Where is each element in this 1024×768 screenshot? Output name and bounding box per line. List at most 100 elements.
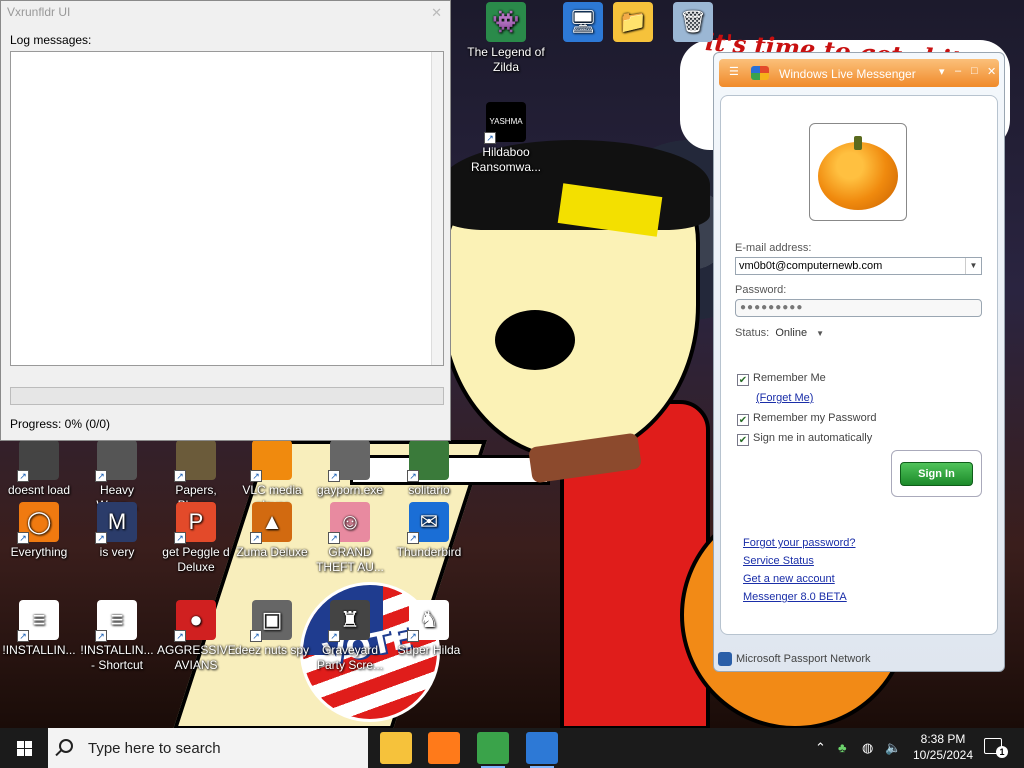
dropdown-icon[interactable]: ▾ — [939, 65, 945, 78]
desktop-icon-label: Thunderbird — [396, 545, 462, 559]
menu-icon[interactable]: ☰ — [729, 65, 739, 78]
clock-date[interactable]: 10/25/2024 — [908, 748, 978, 762]
shortcut-arrow-icon: ↗ — [407, 630, 419, 642]
chevron-up-icon[interactable]: ⌃ — [815, 740, 826, 756]
shortcut-arrow-icon: ↗ — [174, 470, 186, 482]
clock-time[interactable]: 8:38 PM — [908, 732, 978, 746]
new-account-link[interactable]: Get a new account — [743, 573, 835, 585]
log-label: Log messages: — [10, 33, 92, 47]
desktop-icon[interactable]: ✉ ↗ Thunderbird — [390, 502, 468, 560]
desktop-icon[interactable]: ≡ ↗ !INSTALLIN... - Shortcut — [78, 600, 156, 673]
chevron-down-icon[interactable]: ▼ — [965, 258, 981, 274]
auto-sign-in-checkbox[interactable]: ✔ Sign me in automatically — [737, 432, 872, 446]
desktop-icon[interactable]: 🗑 — [654, 2, 732, 45]
messenger-window: ☰ Windows Live Messenger ▾ – □ ✕ E-mail … — [713, 52, 1005, 672]
app-icon: ↗ — [17, 440, 59, 482]
checkbox-icon[interactable]: ✔ — [737, 414, 749, 426]
password-field[interactable]: ●●●●●●●●● — [735, 299, 982, 317]
log-messages-area[interactable] — [10, 51, 444, 366]
sign-in-panel: E-mail address: vm0b0t@computernewb.com … — [720, 95, 998, 635]
app-icon: M ↗ — [95, 502, 137, 544]
file-explorer-taskbar-icon[interactable] — [380, 732, 412, 764]
windows-logo-icon — [17, 741, 24, 748]
app-icon: P ↗ — [174, 502, 216, 544]
app-icon: 👾 — [486, 2, 526, 42]
desktop-icon-label: Zuma Deluxe — [236, 545, 308, 559]
desktop-icon[interactable]: 👾 The Legend of Zilda — [467, 2, 545, 75]
status-label: Status: — [735, 327, 770, 339]
desktop-icon-label: Hildaboo Ransomwa... — [470, 145, 542, 174]
desktop-icon[interactable]: ● ↗ AGGRESSIVE AVIANS — [157, 600, 236, 673]
app-icon: ♞ ↗ — [407, 600, 449, 642]
desktop-icon-label: gayporn.exe — [316, 483, 384, 497]
shortcut-arrow-icon: ↗ — [95, 630, 107, 642]
desktop-icon-label: Super Hilda — [397, 643, 461, 657]
network-icon[interactable]: ◍ — [862, 740, 873, 756]
desktop-icon-label: !INSTALLIN... — [2, 643, 76, 657]
shortcut-arrow-icon: ↗ — [328, 630, 340, 642]
chevron-down-icon[interactable]: ▼ — [816, 329, 824, 338]
desktop-icon[interactable]: ♞ ↗ Super Hilda — [390, 600, 468, 658]
shortcut-arrow-icon: ↗ — [328, 532, 340, 544]
desktop-icon[interactable]: P ↗ get Peggle d Deluxe — [157, 502, 235, 575]
app-icon: ● ↗ — [174, 600, 216, 642]
vxrunfldr-taskbar-icon[interactable] — [526, 732, 558, 768]
desktop-icon[interactable]: ≡ ↗ !INSTALLIN... — [0, 600, 78, 658]
forgot-password-link[interactable]: Forgot your password? — [743, 537, 856, 549]
display-picture[interactable] — [809, 123, 907, 221]
desktop-icon[interactable]: ↗ doesnt load — [0, 440, 78, 498]
shortcut-arrow-icon: ↗ — [95, 470, 107, 482]
shortcut-arrow-icon: ↗ — [17, 532, 29, 544]
sign-in-button[interactable]: Sign In — [900, 462, 973, 486]
windows-logo-icon — [25, 741, 32, 748]
start-button[interactable] — [0, 728, 48, 768]
close-icon[interactable]: ✕ — [987, 65, 996, 78]
forget-me-link[interactable]: (Forget Me) — [756, 392, 813, 404]
desktop-icon[interactable]: ☺ ↗ GRAND THEFT AU... — [311, 502, 389, 575]
desktop-icon[interactable]: YASHMA ↗ Hildaboo Ransomwa... — [467, 102, 545, 175]
desktop-icon[interactable]: ▲ ↗ Zuma Deluxe — [233, 502, 311, 560]
search-icon — [59, 739, 73, 753]
shortcut-arrow-icon: ↗ — [250, 470, 262, 482]
taskbar: Type here to search ⌃ ♣ ◍ 🔈 8:38 PM 10/2… — [0, 728, 1024, 768]
shortcut-arrow-icon: ↗ — [174, 532, 186, 544]
log-scrollbar[interactable] — [431, 52, 443, 365]
desktop-icon[interactable]: M ↗ is very — [78, 502, 156, 560]
volume-icon[interactable]: 🔈 — [885, 740, 901, 756]
desktop-icon[interactable]: ▣ ↗ deez nuts spy — [233, 600, 311, 658]
messenger-titlebar[interactable]: ☰ Windows Live Messenger ▾ – □ ✕ — [719, 59, 999, 87]
notification-count: 1 — [996, 746, 1008, 758]
maximize-icon[interactable]: □ — [971, 65, 978, 77]
checkbox-icon[interactable]: ✔ — [737, 374, 749, 386]
minimize-icon[interactable]: – — [955, 65, 961, 77]
app-icon: ♜ ↗ — [328, 600, 370, 642]
app-icon: ↗ — [250, 440, 292, 482]
shortcut-arrow-icon: ↗ — [407, 532, 419, 544]
status-row[interactable]: Status: Online ▼ — [735, 327, 824, 339]
messenger-beta-link[interactable]: Messenger 8.0 BETA — [743, 591, 847, 603]
desktop-icon[interactable]: ↗ gayporn.exe — [311, 440, 389, 498]
desktop-icon[interactable]: ♜ ↗ Graveyard Party Scre... — [311, 600, 389, 673]
search-input[interactable]: Type here to search — [48, 728, 368, 768]
vxrunfldr-window: Vxrunfldr UI ✕ Log messages: Progress: 0… — [0, 0, 451, 441]
desktop-icon-label: Everything — [10, 545, 68, 559]
auto-sign-in-label: Sign me in automatically — [753, 432, 873, 444]
shortcut-arrow-icon: ↗ — [17, 630, 29, 642]
messenger-tray-icon[interactable]: ♣ — [838, 740, 847, 755]
service-status-link[interactable]: Service Status — [743, 555, 814, 567]
email-field[interactable]: vm0b0t@computernewb.com ▼ — [735, 257, 982, 275]
checkbox-icon[interactable]: ✔ — [737, 434, 749, 446]
desktop-icon[interactable]: ↗ solitario — [390, 440, 468, 498]
remember-password-checkbox[interactable]: ✔ Remember my Password — [737, 412, 876, 426]
close-icon[interactable]: ✕ — [431, 5, 442, 21]
remember-me-label: Remember Me — [753, 372, 826, 384]
firefox-taskbar-icon[interactable] — [428, 732, 460, 764]
app-icon: ☺ ↗ — [328, 502, 370, 544]
desktop-icon-label: doesnt load — [7, 483, 71, 497]
windows-logo-icon — [17, 749, 24, 756]
messenger-taskbar-icon[interactable] — [477, 732, 509, 768]
remember-me-checkbox[interactable]: ✔ Remember Me — [737, 372, 826, 386]
shortcut-arrow-icon: ↗ — [328, 470, 340, 482]
status-value: Online — [775, 327, 808, 339]
desktop-icon[interactable]: ◯ ↗ Everything — [0, 502, 78, 560]
